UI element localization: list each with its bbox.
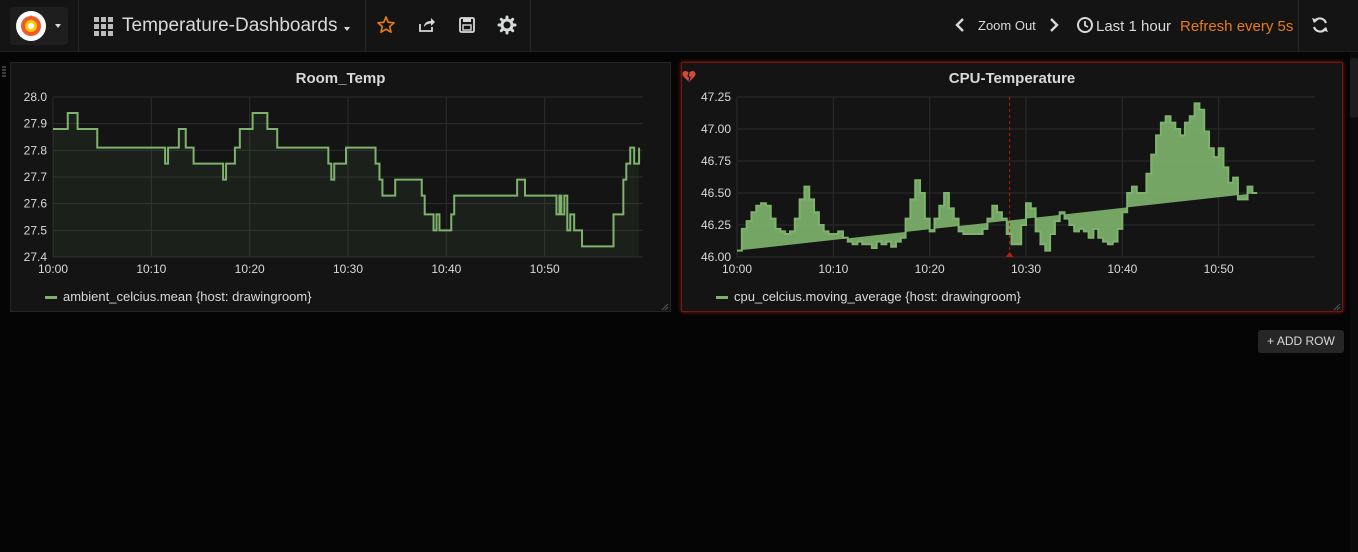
x-tick-label: 10:50 — [1204, 262, 1234, 276]
x-tick-label: 10:00 — [722, 262, 752, 276]
legend-item[interactable]: ambient_celcius.mean {host: drawingroom} — [45, 289, 312, 304]
cpu-temperature-chart: 47.2547.0046.7546.5046.2546.0010:00 10:10… — [701, 90, 1315, 276]
y-tick-label: 27.6 — [24, 197, 48, 211]
x-tick-label: 10:00 — [38, 262, 68, 276]
x-tick-label: 10:10 — [818, 262, 848, 276]
legend-swatch — [716, 296, 728, 300]
room-temp-chart: 28.027.927.827.727.627.527.410:00 10:10 10… — [24, 90, 643, 276]
star-icon[interactable] — [375, 14, 397, 36]
x-tick-label: 10:30 — [333, 262, 363, 276]
y-tick-label: 27.7 — [24, 170, 48, 184]
navbar-divider — [365, 0, 366, 52]
row-drag-handle[interactable] — [2, 66, 6, 80]
scrollbar-thumb[interactable] — [1350, 58, 1358, 118]
x-tick-label: 10:40 — [1107, 262, 1137, 276]
save-icon[interactable] — [456, 14, 478, 36]
chevron-left-icon[interactable] — [950, 14, 972, 36]
chevron-down-icon — [344, 27, 350, 31]
x-tick-label: 10:20 — [235, 262, 265, 276]
navbar-divider — [78, 0, 79, 52]
legend-item[interactable]: cpu_celcius.moving_average {host: drawin… — [716, 289, 1021, 304]
navbar-divider — [530, 0, 531, 52]
x-tick-label: 10:20 — [915, 262, 945, 276]
x-tick-label: 10:30 — [1011, 262, 1041, 276]
y-tick-label: 46.75 — [701, 154, 731, 168]
refresh-interval-picker[interactable]: Refresh every 5s — [1180, 18, 1293, 35]
legend-label: cpu_celcius.moving_average {host: drawin… — [734, 289, 1021, 304]
y-tick-label: 47.00 — [701, 122, 731, 136]
navbar-divider — [1298, 0, 1299, 52]
dashboard-grid-icon — [94, 17, 113, 36]
legend-label: ambient_celcius.mean {host: drawingroom} — [63, 289, 312, 304]
y-tick-label: 27.8 — [24, 143, 48, 157]
y-tick-label: 46.50 — [701, 186, 731, 200]
y-tick-label: 47.25 — [701, 90, 731, 104]
y-tick-label: 46.25 — [701, 218, 731, 232]
resize-handle[interactable] — [661, 303, 669, 311]
grafana-logo-icon — [16, 11, 46, 41]
cpu-temperature-panel[interactable]: CPU-Temperature 47.25 47.00 46.75 46.50 46.2… — [681, 62, 1343, 312]
x-tick-label: 10:40 — [431, 262, 461, 276]
legend-swatch — [45, 296, 57, 300]
alert-marker — [1005, 252, 1014, 257]
page-scrollbar[interactable] — [1350, 52, 1358, 552]
time-range-picker[interactable]: Last 1 hour — [1096, 18, 1171, 35]
resize-handle[interactable] — [1333, 303, 1341, 311]
chevron-down-icon — [55, 24, 61, 28]
dashboard-picker[interactable]: Temperature-Dashboards — [82, 7, 362, 45]
top-navbar: Temperature-Dashboards Zoom Out Last 1 h… — [0, 0, 1358, 52]
refresh-icon[interactable] — [1309, 14, 1331, 36]
clock-icon — [1077, 17, 1093, 33]
series-area — [53, 113, 640, 257]
x-tick-label: 10:10 — [136, 262, 166, 276]
y-tick-label: 27.9 — [24, 117, 48, 131]
chevron-right-icon[interactable] — [1042, 14, 1064, 36]
room-temp-panel[interactable]: Room_Temp 28.0 27.9 27.8 27.7 27.6 27.5 27.4 10… — [10, 62, 671, 312]
share-icon[interactable] — [416, 14, 438, 36]
series-area — [737, 103, 1258, 251]
x-tick-label: 10:50 — [530, 262, 560, 276]
y-tick-label: 27.5 — [24, 223, 48, 237]
grafana-menu-button[interactable] — [10, 7, 68, 45]
add-row-button[interactable]: + ADD ROW — [1258, 330, 1344, 353]
gear-icon[interactable] — [496, 14, 518, 36]
zoom-out-button[interactable]: Zoom Out — [978, 18, 1036, 33]
dashboard-title: Temperature-Dashboards — [122, 15, 338, 36]
y-tick-label: 28.0 — [24, 90, 48, 104]
